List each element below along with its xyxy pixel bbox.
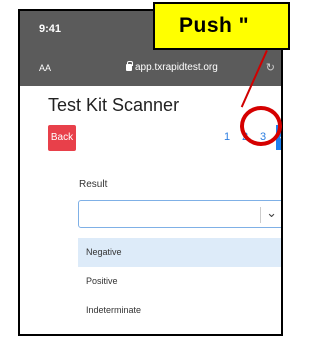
reload-icon[interactable]: ↻ — [266, 61, 275, 74]
option-test-not-performed[interactable]: Test Not Performed — [78, 325, 281, 334]
result-select[interactable]: ⌄ — [78, 200, 281, 228]
select-divider — [260, 207, 261, 223]
url-text: app.txrapidtest.org — [135, 62, 218, 73]
page-title: Test Kit Scanner — [48, 95, 180, 115]
result-label: Result — [79, 179, 108, 190]
back-button[interactable]: Back — [48, 125, 76, 151]
text-size-button[interactable]: AA — [39, 63, 51, 73]
option-indeterminate[interactable]: Indeterminate — [78, 296, 281, 325]
highlight-circle — [240, 106, 282, 146]
callout-text: Push " — [179, 14, 250, 37]
chevron-down-icon[interactable]: ⌄ — [266, 205, 277, 221]
phone-screenshot: 9:41 AA app.txrapidtest.org ↻ Test Kit S… — [18, 9, 283, 336]
result-options-list: Negative Positive Indeterminate Test Not… — [78, 238, 281, 334]
option-negative[interactable]: Negative — [78, 238, 281, 267]
option-positive[interactable]: Positive — [78, 267, 281, 296]
instruction-callout: Push " — [153, 2, 290, 50]
lock-icon — [126, 61, 133, 71]
page-1-link[interactable]: 1 — [224, 131, 230, 143]
status-time: 9:41 — [39, 23, 62, 35]
address-bar[interactable]: app.txrapidtest.org — [126, 61, 218, 73]
